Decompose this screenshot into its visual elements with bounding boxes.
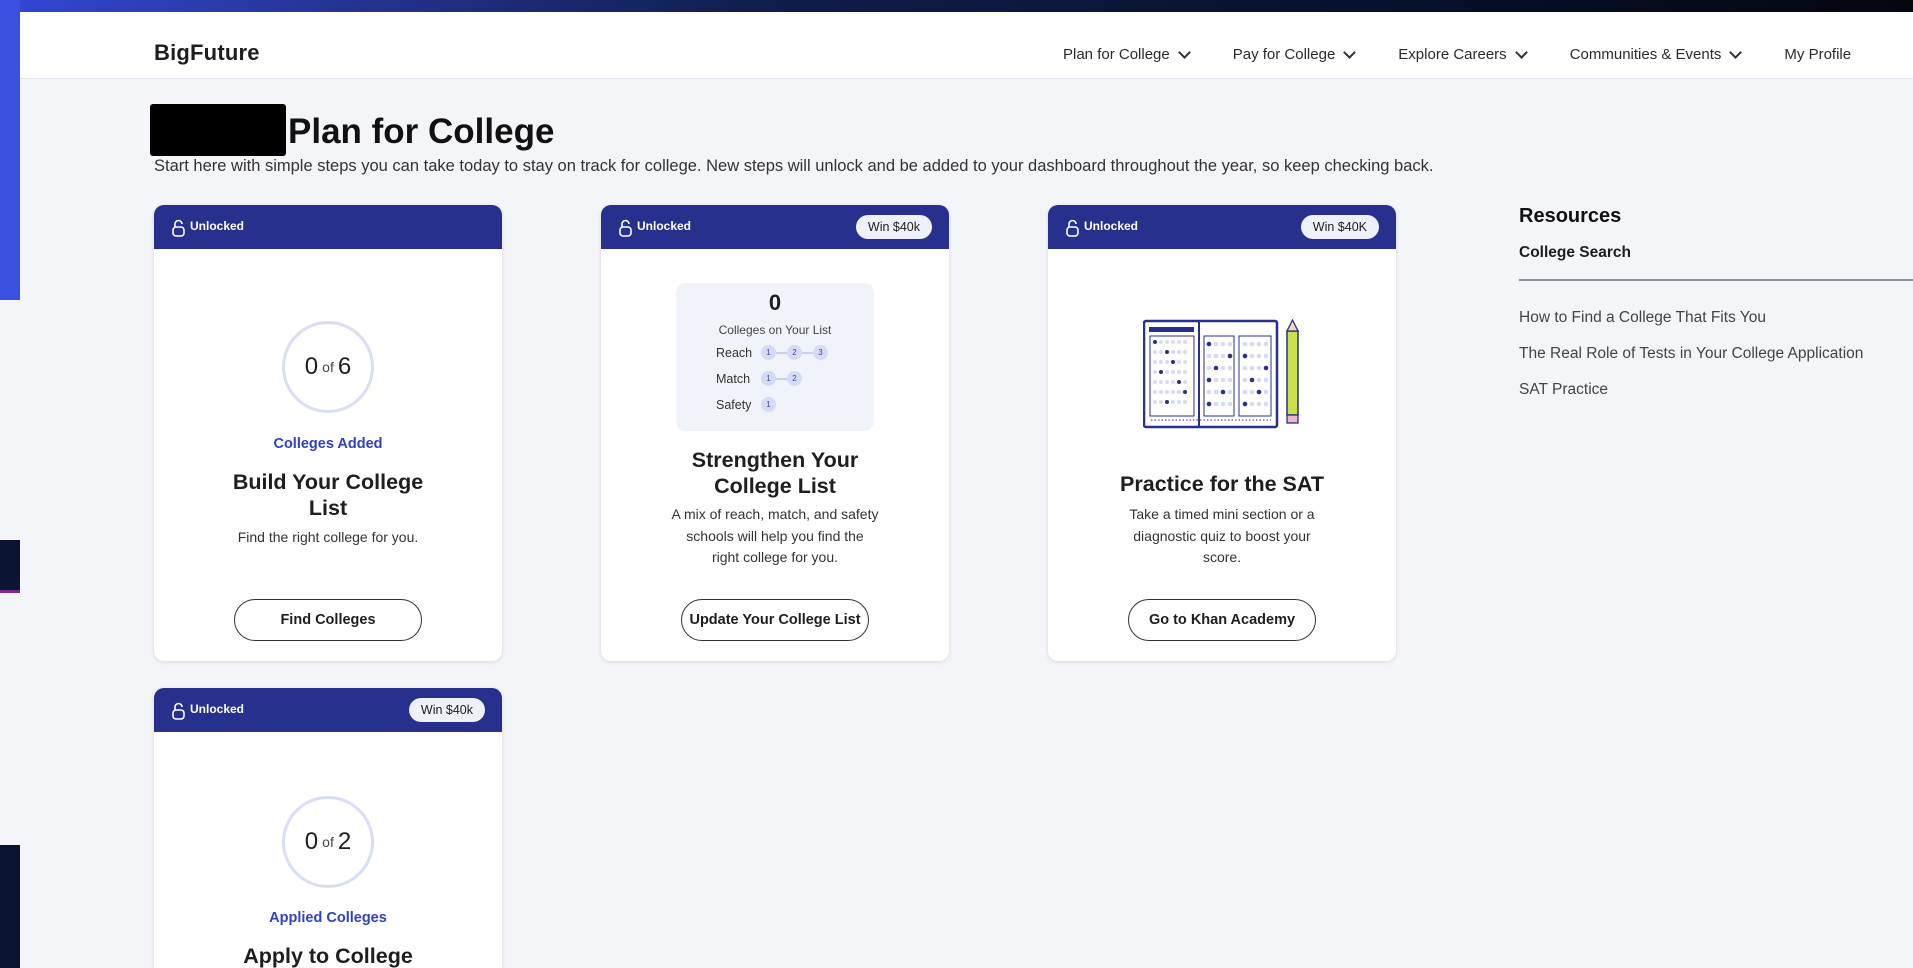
nav-my-profile[interactable]: My Profile — [1784, 46, 1851, 63]
step-dot: 2 — [787, 371, 802, 386]
nav-pay-for-college[interactable]: Pay for College — [1232, 45, 1357, 63]
progress-total: 2 — [337, 828, 352, 855]
step-connector — [802, 351, 813, 354]
desktop-background-left — [0, 0, 20, 968]
progress-current: 0 — [304, 828, 319, 855]
win-badge: Win $40k — [408, 698, 485, 722]
sat-answer-sheet-illustration — [1143, 319, 1300, 429]
card-description: Take a timed mini section or a diagnosti… — [1129, 506, 1315, 565]
step-dot: 1 — [761, 345, 776, 360]
college-list-summary: 0 Colleges on Your List Reach 1 2 3 Matc… — [676, 283, 874, 431]
find-colleges-button[interactable]: Find Colleges — [234, 599, 422, 641]
background-window-fragment — [0, 300, 20, 540]
row-label: Safety — [716, 397, 752, 412]
card-header: Unlocked Win $40k — [154, 688, 502, 732]
card-title: Apply to College — [243, 944, 413, 968]
site-logo[interactable]: BigFuture — [154, 40, 260, 66]
unlocked-padlock-icon — [619, 219, 632, 237]
chevron-down-icon — [1343, 45, 1357, 59]
update-college-list-button[interactable]: Update Your College List — [681, 599, 869, 641]
step-dot: 1 — [761, 397, 776, 412]
resources-title: Resources — [1519, 205, 1622, 227]
nav-communities-events[interactable]: Communities & Events — [1569, 45, 1743, 63]
nav-label: Plan for College — [1063, 46, 1170, 63]
card-description: A mix of reach, match, and safety school… — [671, 506, 879, 565]
college-count: 0 — [768, 290, 782, 315]
main-nav: Plan for College Pay for College Explore… — [1063, 45, 1851, 63]
unlocked-label: Unlocked — [637, 219, 692, 233]
card-practice-sat: Unlocked Win $40K Practice for the SAT T… — [1048, 205, 1396, 661]
go-to-khan-academy-button[interactable]: Go to Khan Academy — [1128, 599, 1316, 641]
progress-ring: 0 of 2 — [282, 796, 374, 888]
card-strengthen-college-list: Unlocked Win $40k 0 Colleges on Your Lis… — [601, 205, 949, 661]
redacted-name-block — [150, 104, 286, 156]
card-title: Build Your College List — [232, 470, 424, 520]
card-build-college-list: Unlocked 0 of 6 Colleges Added Build You… — [154, 205, 502, 661]
progress-ring: 0 of 6 — [282, 321, 374, 413]
top-navigation-bar: BigFuture Plan for College Pay for Colle… — [20, 12, 1913, 79]
progress-label: Colleges Added — [273, 436, 383, 452]
nav-label: Communities & Events — [1569, 46, 1722, 63]
page-subtitle: Start here with simple steps you can tak… — [154, 157, 1434, 175]
unlocked-label: Unlocked — [190, 702, 245, 716]
tab-divider — [1519, 279, 1913, 281]
unlocked-padlock-icon — [172, 219, 185, 237]
row-label: Reach — [716, 345, 753, 360]
resource-link[interactable]: How to Find a College That Fits You — [1519, 309, 1913, 327]
unlocked-padlock-icon — [1066, 219, 1079, 237]
resources-panel: Resources College Search How to Find a C… — [1519, 205, 1913, 399]
background-window-fragment — [0, 540, 20, 590]
background-window-fragment — [0, 590, 20, 848]
nav-label: Pay for College — [1232, 46, 1336, 63]
match-row: Match 1 2 — [716, 371, 802, 386]
nav-explore-careers[interactable]: Explore Careers — [1398, 45, 1528, 63]
desktop-background-top — [0, 0, 1913, 12]
card-description: Find the right college for you. — [237, 529, 419, 545]
card-header: Unlocked — [154, 205, 502, 249]
chevron-down-icon — [1514, 45, 1528, 59]
card-title: Practice for the SAT — [1120, 472, 1324, 496]
tab-college-search[interactable]: College Search — [1519, 244, 1913, 262]
step-dot: 2 — [787, 345, 802, 360]
progress-of: of — [322, 359, 334, 375]
win-badge: Win $40K — [1300, 215, 1379, 239]
step-dot: 1 — [761, 371, 776, 386]
resource-link[interactable]: The Real Role of Tests in Your College A… — [1519, 345, 1913, 363]
reach-row: Reach 1 2 3 — [716, 345, 828, 360]
card-header: Unlocked Win $40k — [601, 205, 949, 249]
chevron-down-icon — [1177, 45, 1191, 59]
safety-row: Safety 1 — [716, 397, 776, 412]
card-apply-to-college: Unlocked Win $40k 0 of 2 Applied College… — [154, 688, 502, 968]
win-badge: Win $40k — [855, 215, 932, 239]
progress-label: Applied Colleges — [269, 910, 387, 926]
card-title: Strengthen Your College List — [691, 448, 859, 498]
nav-label: My Profile — [1784, 46, 1852, 63]
nav-plan-for-college[interactable]: Plan for College — [1063, 45, 1191, 63]
progress-current: 0 — [304, 353, 319, 380]
college-count-label: Colleges on Your List — [718, 323, 832, 337]
unlocked-label: Unlocked — [190, 219, 245, 233]
background-window-fragment — [0, 845, 20, 968]
step-dot: 3 — [813, 345, 828, 360]
step-connector — [776, 377, 787, 380]
resource-link[interactable]: SAT Practice — [1519, 381, 1913, 399]
card-header: Unlocked Win $40K — [1048, 205, 1396, 249]
nav-label: Explore Careers — [1398, 46, 1507, 63]
progress-total: 6 — [337, 353, 352, 380]
page-title: Plan for College — [288, 112, 555, 151]
step-connector — [776, 351, 787, 354]
row-label: Match — [716, 371, 751, 386]
browser-page: BigFuture Plan for College Pay for Colle… — [20, 12, 1913, 968]
progress-of: of — [322, 834, 334, 850]
chevron-down-icon — [1729, 45, 1743, 59]
unlocked-label: Unlocked — [1084, 219, 1139, 233]
unlocked-padlock-icon — [172, 702, 185, 720]
